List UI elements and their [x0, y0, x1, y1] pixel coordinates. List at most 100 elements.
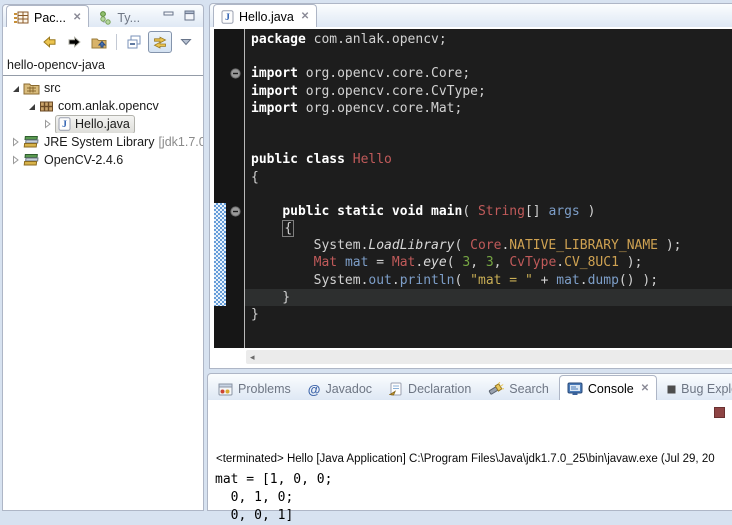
view-tab-pac[interactable]: Pac...✕ — [6, 5, 89, 29]
java-file-icon: J — [58, 117, 71, 131]
editor-tab-hello-java[interactable]: J Hello.java ✕ — [213, 4, 317, 28]
tree-item-label: Hello.java — [75, 117, 130, 131]
fold-collapse-icon[interactable] — [230, 68, 241, 79]
code-segment: 3 — [486, 255, 494, 270]
tree-item-src[interactable]: src — [3, 79, 203, 97]
code-segment: , — [494, 255, 510, 270]
code-segment: org.opencv.core.CvType; — [298, 84, 486, 99]
view-tab-label: Ty... — [117, 11, 140, 25]
maximize-icon[interactable] — [184, 10, 195, 21]
console-tab-bug-explorer[interactable]: Bug Explorer — [660, 377, 732, 401]
code-segment: ( — [447, 255, 463, 270]
svg-text:J: J — [62, 120, 67, 130]
code-segment: String — [478, 204, 525, 219]
code-editor[interactable]: package com.anlak.opencv; import org.ope… — [214, 29, 732, 348]
console-tab-search[interactable]: Search — [481, 377, 556, 401]
go-into-button[interactable] — [88, 32, 110, 52]
code-segment: . — [580, 273, 588, 288]
code-segment — [251, 221, 282, 236]
package-explorer-body: hello-opencv-java src com.anlak.opencv J He… — [2, 27, 204, 511]
code-line-17: } — [251, 306, 732, 323]
editor-body: package com.anlak.opencv; import org.ope… — [209, 27, 732, 369]
tree-expanded-arrow-icon[interactable] — [11, 84, 20, 93]
scroll-left-icon[interactable]: ◂ — [246, 352, 255, 363]
go-into-icon — [91, 34, 108, 50]
tree-item-com-anlak-opencv[interactable]: com.anlak.opencv — [3, 97, 203, 115]
fold-collapse-icon[interactable] — [230, 206, 241, 217]
code-segment: import — [251, 101, 298, 116]
tree-item-jre-system-library[interactable]: JRE System Library [jdk1.7.0 — [3, 133, 203, 151]
editor-tabbar: J Hello.java ✕ — [209, 3, 732, 28]
console-output: mat = [1, 0, 0; 0, 1, 0; 0, 0, 1] — [215, 471, 732, 525]
view-tab-ty[interactable]: Ty... — [92, 7, 147, 29]
code-segment: } — [251, 290, 290, 305]
tree-expanded-arrow-icon[interactable] — [27, 102, 36, 111]
console-tab-label: Problems — [238, 382, 291, 396]
tree-item-decoration: [jdk1.7.0 — [158, 135, 203, 149]
code-segment: eye — [423, 255, 446, 270]
link-with-editor-button[interactable] — [148, 31, 172, 53]
code-segment: Mat — [392, 255, 415, 270]
console-tab-javadoc[interactable]: @Javadoc — [301, 377, 379, 401]
code-segment: { — [251, 170, 259, 185]
svg-text:J: J — [225, 13, 230, 23]
tree-item-opencv-2-4-6[interactable]: OpenCV-2.4.6 — [3, 151, 203, 169]
code-segment: import — [251, 66, 298, 81]
code-line-12: { — [251, 220, 732, 237]
code-segment: } — [251, 307, 259, 322]
collapse-all-icon — [126, 34, 143, 50]
console-tab-label: Bug Explorer — [681, 382, 732, 396]
console-tab-declaration[interactable]: Declaration — [382, 377, 478, 401]
tree-collapsed-arrow-icon[interactable] — [43, 119, 52, 129]
console-tabbar: Problems @JavadocDeclarationSearchConsole… — [207, 373, 732, 401]
code-segment: public static void main — [282, 204, 462, 219]
library-icon — [23, 153, 40, 167]
code-segment: ( — [462, 204, 478, 219]
collapse-all-button[interactable] — [123, 32, 145, 52]
console-icon — [567, 382, 583, 396]
forward-arrow-icon — [66, 34, 83, 50]
code-segment: dump — [588, 273, 619, 288]
tree-item-content: OpenCV-2.4.6 — [23, 153, 123, 167]
code-segment: ( — [455, 238, 471, 253]
code-line-6 — [251, 117, 732, 134]
code-segment: ); — [658, 238, 681, 253]
code-line-5: import org.opencv.core.Mat; — [251, 100, 732, 117]
back-button[interactable] — [38, 32, 60, 52]
tab-close-icon[interactable]: ✕ — [73, 12, 81, 23]
code-segment: org.opencv.core.Mat; — [298, 101, 462, 116]
console-output-line: 0, 1, 0; — [215, 489, 732, 507]
tree-item-content: src — [23, 81, 61, 95]
editor-horizontal-scrollbar[interactable]: ◂ — [246, 350, 732, 364]
console-tab-console[interactable]: Console✕ — [559, 375, 657, 401]
type-hierarchy-icon — [99, 11, 112, 25]
project-root-label[interactable]: hello-opencv-java — [3, 55, 203, 76]
console-tab-problems[interactable]: Problems — [211, 377, 298, 401]
code-line-13: System.LoadLibrary( Core.NATIVE_LIBRARY_… — [251, 237, 732, 254]
code-line-7 — [251, 134, 732, 151]
source-folder-icon — [23, 81, 40, 95]
forward-button[interactable] — [63, 32, 85, 52]
minimize-icon[interactable] — [163, 11, 174, 21]
code-line-2 — [251, 48, 732, 65]
editor-tab-close-icon[interactable]: ✕ — [301, 11, 309, 22]
tree-collapsed-arrow-icon[interactable] — [11, 137, 20, 147]
code-segment: . — [392, 273, 400, 288]
code-segment: { — [282, 220, 294, 237]
tree-item-label: src — [44, 81, 61, 95]
code-segment: Hello — [353, 152, 392, 167]
declaration-icon — [389, 382, 403, 396]
code-line-10 — [251, 186, 732, 203]
code-segment: import — [251, 84, 298, 99]
terminate-icon[interactable] — [714, 407, 725, 418]
package-explorer-view: Pac...✕ Ty... hello-opencv-java src com.an… — [2, 4, 204, 511]
console-body: <terminated> Hello [Java Application] C:… — [207, 400, 732, 511]
code-segment: mat — [345, 255, 368, 270]
view-menu-button[interactable] — [175, 32, 197, 52]
tab-close-icon[interactable]: ✕ — [641, 383, 649, 394]
code-segment: Mat — [314, 255, 337, 270]
package-explorer-toolbar — [3, 27, 203, 55]
tree-item-hello-java[interactable]: J Hello.java — [3, 115, 203, 133]
code-segment: + — [533, 273, 556, 288]
tree-collapsed-arrow-icon[interactable] — [11, 155, 20, 165]
